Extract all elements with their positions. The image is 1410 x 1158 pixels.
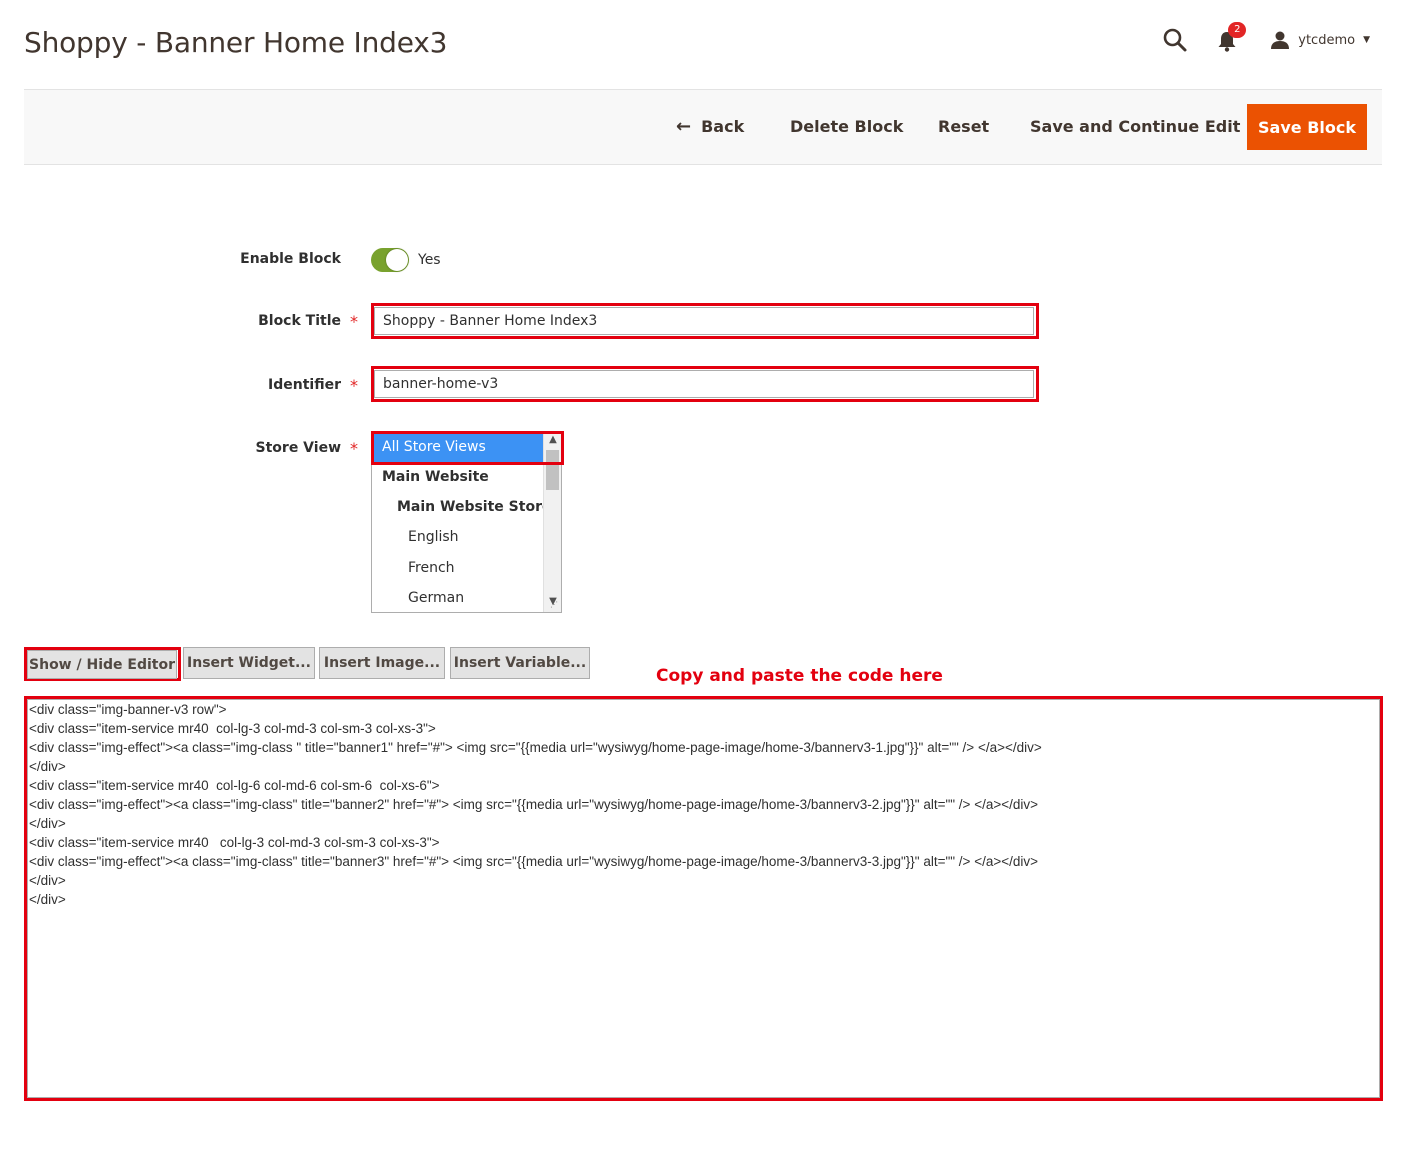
search-icon[interactable] bbox=[1162, 27, 1188, 53]
store-option-french[interactable]: French bbox=[372, 553, 543, 583]
store-option-german[interactable]: German bbox=[372, 583, 543, 612]
store-option-main-website[interactable]: Main Website bbox=[372, 462, 543, 492]
save-block-button[interactable]: Save Block bbox=[1247, 104, 1367, 150]
user-icon bbox=[1271, 31, 1290, 49]
save-and-continue-button[interactable]: Save and Continue Edit bbox=[1030, 104, 1240, 150]
delete-block-button[interactable]: Delete Block bbox=[790, 104, 903, 150]
insert-variable-button[interactable]: Insert Variable... bbox=[450, 647, 590, 679]
block-title-label: Block Title bbox=[258, 313, 341, 329]
content-editor-textarea[interactable]: <div class="img-banner-v3 row"> <div cla… bbox=[27, 699, 1380, 1098]
block-title-input[interactable] bbox=[374, 307, 1034, 335]
back-button[interactable]: ← Back bbox=[676, 104, 744, 150]
show-hide-editor-button[interactable]: Show / Hide Editor bbox=[27, 650, 177, 679]
reset-button[interactable]: Reset bbox=[938, 104, 989, 150]
required-mark: * bbox=[350, 439, 358, 458]
identifier-input[interactable] bbox=[374, 370, 1034, 398]
annotation-text: Copy and paste the code here bbox=[656, 666, 943, 686]
enable-block-label: Enable Block bbox=[240, 251, 341, 267]
enable-block-value: Yes bbox=[418, 252, 441, 268]
back-button-label: Back bbox=[701, 117, 745, 136]
highlight-box bbox=[371, 431, 564, 465]
page-title: Shoppy - Banner Home Index3 bbox=[24, 26, 448, 59]
insert-widget-button[interactable]: Insert Widget... bbox=[183, 647, 315, 679]
user-name: ytcdemo bbox=[1298, 32, 1356, 48]
store-view-label: Store View bbox=[255, 440, 341, 456]
identifier-label: Identifier bbox=[268, 377, 341, 393]
notification-count-badge: 2 bbox=[1228, 22, 1247, 38]
resize-grip-icon[interactable]: ⋰ bbox=[550, 600, 558, 609]
store-option-english[interactable]: English bbox=[372, 522, 543, 552]
required-mark: * bbox=[350, 376, 358, 395]
caret-down-icon: ▼ bbox=[1363, 35, 1370, 45]
required-mark: * bbox=[350, 312, 358, 331]
toggle-knob bbox=[386, 249, 408, 271]
enable-block-toggle[interactable] bbox=[371, 248, 409, 272]
header-actions: 2 ytcdemo ▼ bbox=[1162, 22, 1370, 54]
store-option-main-website-store[interactable]: Main Website Store bbox=[372, 492, 551, 522]
page-actions-bar: ← Back Delete Block Reset Save and Contin… bbox=[24, 89, 1382, 165]
notifications-button[interactable]: 2 bbox=[1216, 22, 1247, 54]
user-menu[interactable]: ytcdemo ▼ bbox=[1270, 30, 1370, 50]
insert-image-button[interactable]: Insert Image... bbox=[319, 647, 445, 679]
arrow-left-icon: ← bbox=[676, 116, 692, 137]
